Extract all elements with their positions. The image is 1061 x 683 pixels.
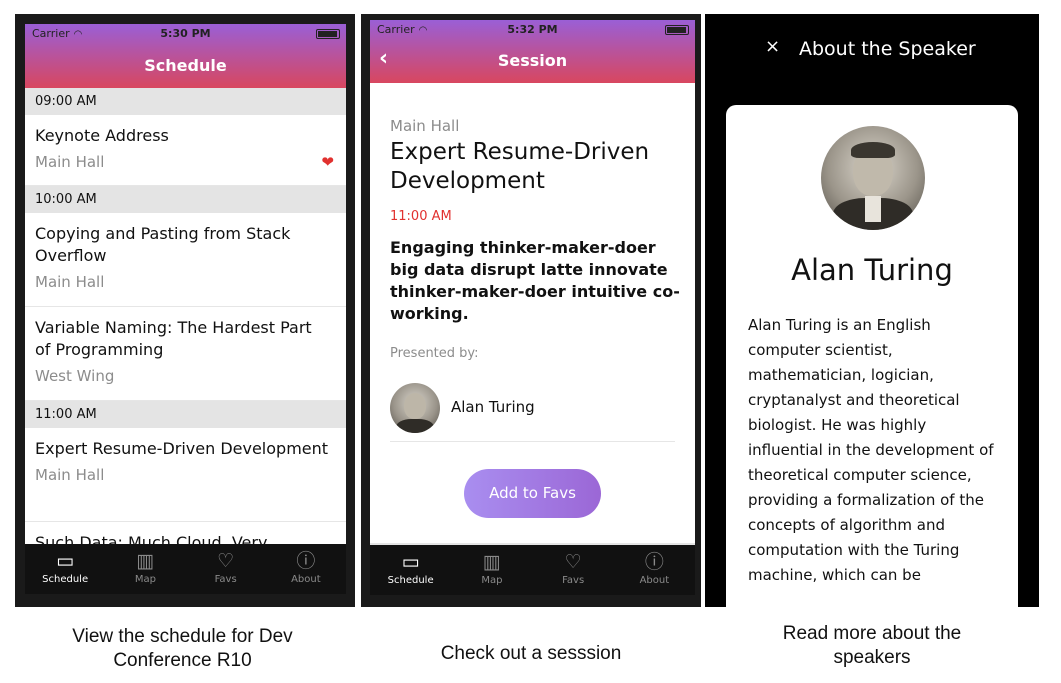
session-time: 11:00 AM — [390, 209, 452, 224]
schedule-header: Carrier ◠ 5:30 PM Schedule — [25, 24, 346, 88]
status-time: 5:32 PM — [507, 23, 558, 36]
calendar-icon: ▭ — [401, 551, 420, 573]
add-to-favs-button[interactable]: Add to Favs — [464, 469, 601, 518]
speaker-name: Alan Turing — [451, 398, 535, 416]
talk-title: Copying and Pasting from Stack Overflow — [35, 224, 291, 265]
session-header: Carrier ◠ 5:32 PM ‹ Session — [370, 20, 695, 83]
speaker-avatar — [390, 383, 440, 433]
caption-session: Check out a sesssion — [440, 643, 622, 664]
talk-title: Keynote Address — [35, 126, 169, 145]
tab-map[interactable]: ▥ Map — [451, 545, 532, 595]
info-icon: ⓘ — [644, 551, 664, 573]
speaker-name: Alan Turing — [791, 253, 953, 287]
tab-bar: ▭ Schedule ▥ Map ♡ Favs ⓘ About — [370, 545, 695, 595]
page-title: Session — [497, 51, 568, 70]
add-to-favs-label: Add to Favs — [489, 484, 576, 502]
talk-title: Expert Resume-Driven Development — [35, 439, 329, 458]
caption-speaker: Read more about the speakers — [782, 623, 962, 668]
talk-title: Variable Naming: The Hardest Part of Pro… — [35, 318, 312, 359]
caption-schedule: View the schedule for Dev Conference R10 — [72, 626, 293, 671]
session-description: Engaging thinker-maker-doer big data dis… — [390, 238, 680, 323]
speaker-bio: Alan Turing is an English computer scien… — [748, 316, 994, 584]
schedule-screen: Carrier ◠ 5:30 PM Schedule 09:00 AM Keyno… — [25, 24, 346, 594]
heart-icon: ♡ — [217, 550, 235, 572]
talk-location: Main Hall — [35, 273, 105, 291]
tab-schedule[interactable]: ▭ Schedule — [25, 544, 105, 594]
speaker-photo — [821, 126, 925, 230]
talk-row[interactable]: Copying and Pasting from Stack Overflow … — [25, 213, 346, 307]
time-slot-header: 11:00 AM — [25, 401, 346, 428]
time-slot-header: 10:00 AM — [25, 186, 346, 213]
talk-location: West Wing — [35, 367, 115, 385]
status-time: 5:30 PM — [160, 27, 211, 40]
tab-map[interactable]: ▥ Map — [105, 544, 185, 594]
tab-schedule[interactable]: ▭ Schedule — [370, 545, 451, 595]
status-bar: Carrier ◠ 5:30 PM — [25, 24, 346, 44]
talk-row[interactable]: Expert Resume-Driven Development Main Ha… — [25, 428, 346, 522]
phone-frame-schedule: Carrier ◠ 5:30 PM Schedule 09:00 AM Keyno… — [15, 14, 355, 607]
info-icon: ⓘ — [296, 550, 316, 572]
map-icon: ▥ — [136, 550, 155, 572]
talk-location: Main Hall — [35, 466, 105, 484]
speaker-modal-title: About the Speaker — [799, 38, 976, 60]
tab-favs[interactable]: ♡ Favs — [186, 544, 266, 594]
tab-about[interactable]: ⓘ About — [614, 545, 695, 595]
map-icon: ▥ — [482, 551, 501, 573]
favorite-heart-icon[interactable]: ❤ — [321, 153, 334, 171]
time-slot-header: 09:00 AM — [25, 88, 346, 115]
heart-icon: ♡ — [564, 551, 582, 573]
talk-row[interactable]: Variable Naming: The Hardest Part of Pro… — [25, 307, 346, 401]
speaker-row[interactable]: Alan Turing — [390, 368, 675, 442]
talk-row[interactable]: Keynote Address Main Hall ❤ — [25, 115, 346, 186]
tab-about[interactable]: ⓘ About — [266, 544, 346, 594]
phone-frame-speaker: × About the Speaker Alan Turing Alan Tur… — [705, 14, 1039, 625]
battery-icon — [316, 29, 340, 39]
presented-by-label: Presented by: — [390, 346, 479, 361]
battery-icon — [665, 25, 689, 35]
talk-location: Main Hall — [35, 153, 105, 171]
close-icon[interactable]: × — [765, 36, 780, 57]
session-title: Expert Resume-Driven Development — [390, 139, 650, 194]
page-title: Schedule — [144, 56, 227, 75]
calendar-icon: ▭ — [56, 550, 75, 572]
phone-frame-session: Carrier ◠ 5:32 PM ‹ Session Main Hall Exp… — [361, 14, 701, 607]
tab-favs[interactable]: ♡ Favs — [533, 545, 614, 595]
session-screen: Carrier ◠ 5:32 PM ‹ Session Main Hall Exp… — [370, 20, 695, 595]
status-bar: Carrier ◠ 5:32 PM — [370, 20, 695, 40]
tab-bar: ▭ Schedule ▥ Map ♡ Favs ⓘ About — [25, 544, 346, 594]
session-location: Main Hall — [390, 117, 460, 135]
speaker-card: Alan Turing Alan Turing is an English co… — [726, 105, 1018, 625]
